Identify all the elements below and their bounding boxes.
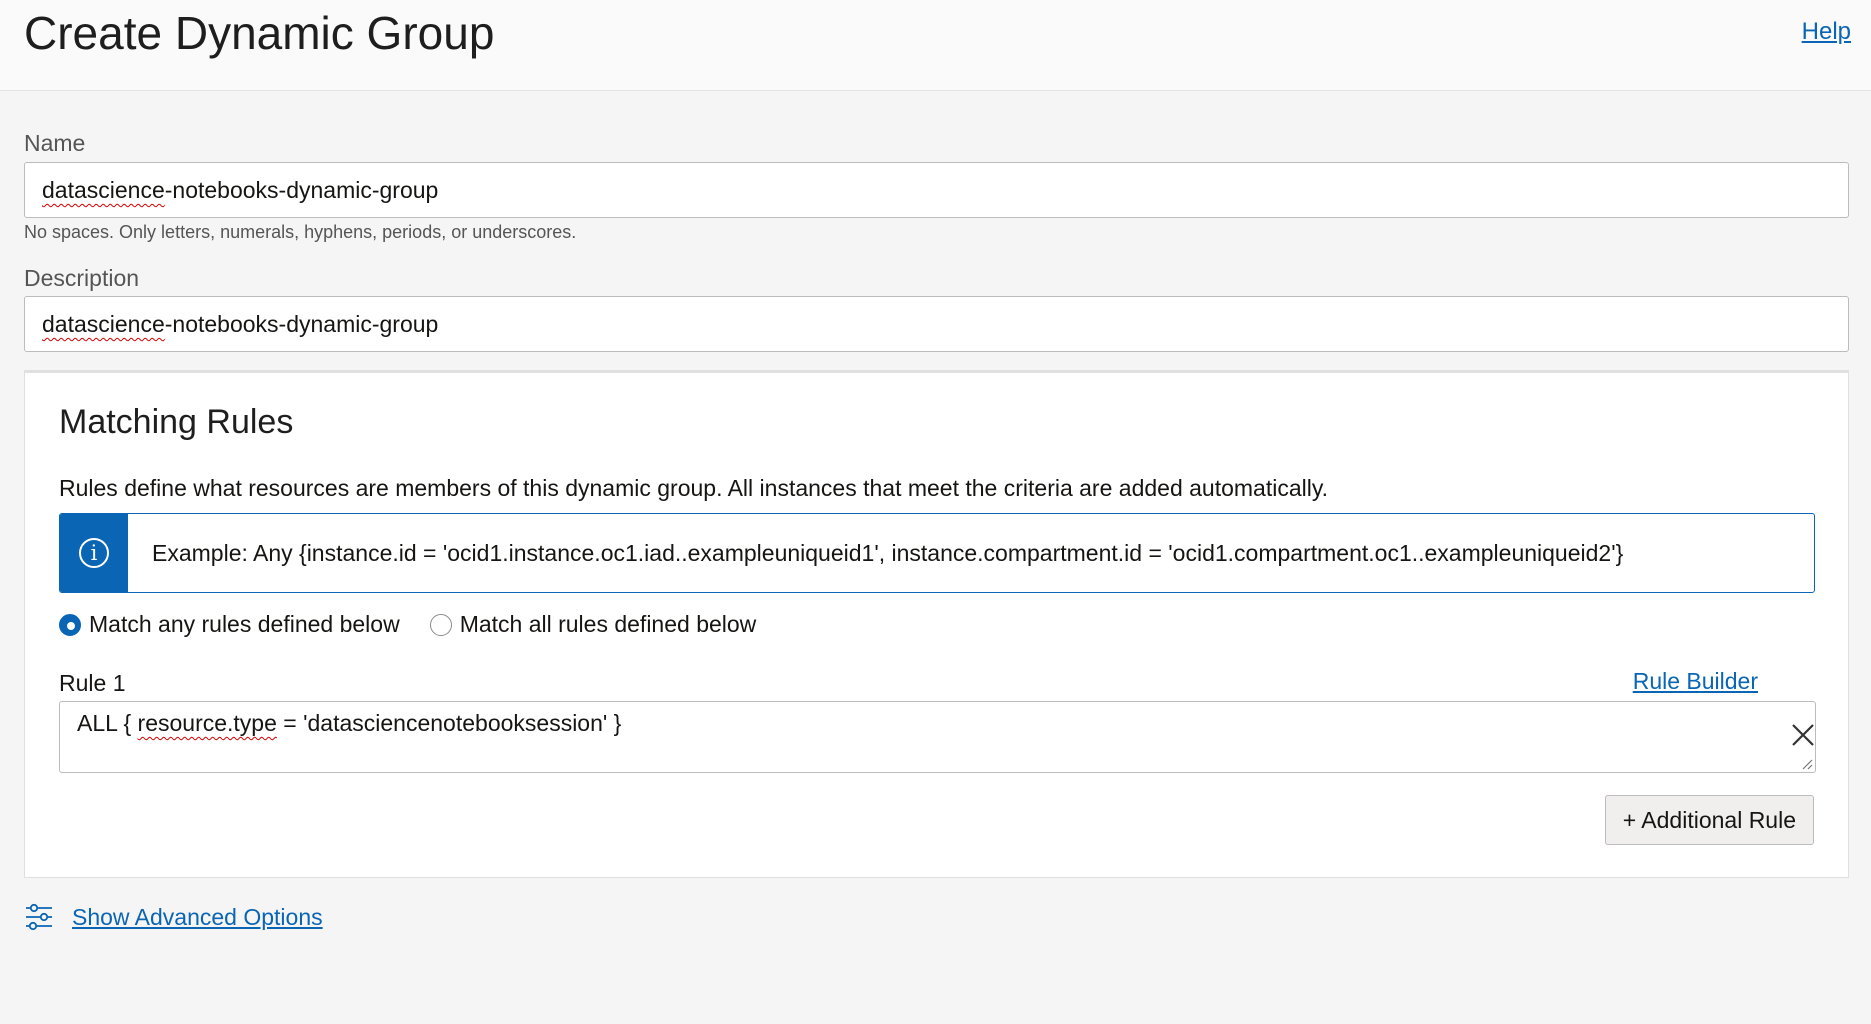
- matching-rules-panel: Matching Rules Rules define what resourc…: [24, 370, 1849, 878]
- match-any-option[interactable]: Match any rules defined below: [59, 611, 400, 638]
- page-title: Create Dynamic Group: [24, 7, 495, 59]
- rule-1-text-start: ALL {: [77, 710, 138, 736]
- resize-grip-icon[interactable]: [1801, 758, 1813, 770]
- rule-1-text-end: = 'datasciencenotebooksession' }: [276, 710, 622, 736]
- match-any-radio[interactable]: [59, 613, 81, 636]
- name-value-misspelled: datascience: [42, 177, 165, 203]
- name-hint: No spaces. Only letters, numerals, hyphe…: [24, 222, 577, 242]
- description-label: Description: [24, 265, 140, 291]
- example-info-box: i Example: Any {instance.id = 'ocid1.ins…: [59, 513, 1815, 593]
- name-input[interactable]: datascience-notebooks-dynamic-group: [24, 162, 1849, 218]
- info-circle-icon: i: [79, 538, 109, 568]
- sliders-icon: [26, 903, 52, 931]
- match-all-label[interactable]: Match all rules defined below: [460, 611, 757, 638]
- match-mode-radio-group: Match any rules defined below Match all …: [59, 611, 786, 638]
- show-advanced-options-label[interactable]: Show Advanced Options: [72, 904, 323, 931]
- page-header: Create Dynamic Group Help: [0, 0, 1871, 91]
- info-icon-container: i: [60, 514, 128, 592]
- match-all-radio[interactable]: [429, 613, 452, 636]
- matching-rules-title: Matching Rules: [59, 403, 294, 441]
- match-any-label[interactable]: Match any rules defined below: [89, 611, 400, 638]
- matching-rules-description: Rules define what resources are members …: [59, 475, 1329, 501]
- rule-builder-link[interactable]: Rule Builder: [1633, 668, 1758, 695]
- name-label: Name: [24, 130, 86, 156]
- description-input[interactable]: datascience-notebooks-dynamic-group: [24, 296, 1849, 352]
- additional-rule-button[interactable]: + Additional Rule: [1604, 795, 1814, 845]
- help-link[interactable]: Help: [1802, 18, 1851, 46]
- description-value-misspelled: datascience: [42, 311, 165, 337]
- rule-1-text-misspelled: resource.type: [137, 710, 277, 736]
- name-value-rest: -notebooks-dynamic-group: [164, 177, 439, 203]
- description-value-rest: -notebooks-dynamic-group: [164, 311, 439, 337]
- show-advanced-options[interactable]: Show Advanced Options: [24, 902, 323, 932]
- rule-1-label: Rule 1: [59, 670, 126, 696]
- rule-1-textarea[interactable]: ALL { resource.type = 'datasciencenotebo…: [59, 701, 1816, 773]
- example-text: Example: Any {instance.id = 'ocid1.insta…: [152, 540, 1624, 566]
- close-icon[interactable]: [1786, 718, 1820, 752]
- match-all-option[interactable]: Match all rules defined below: [429, 611, 757, 638]
